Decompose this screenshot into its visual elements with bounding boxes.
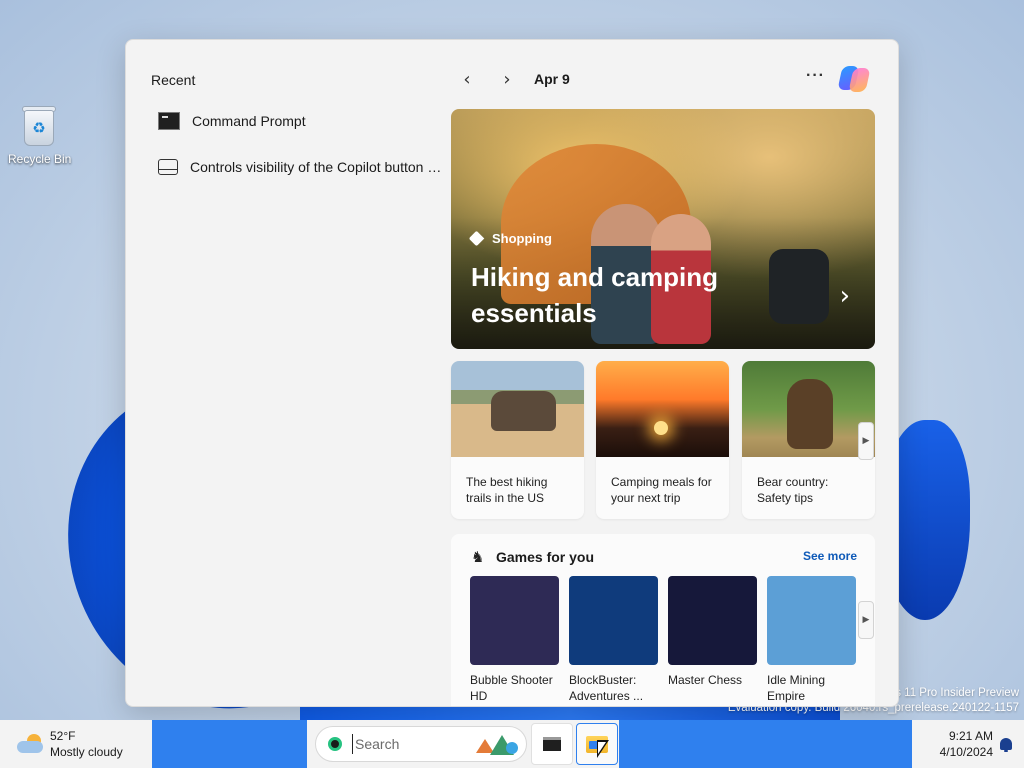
story-card[interactable]: Bear country: Safety tips xyxy=(742,361,875,519)
weather-temperature: 52°F xyxy=(50,729,76,743)
scroll-right-button[interactable]: ▶ xyxy=(858,601,874,639)
search-icon xyxy=(328,737,342,751)
story-caption: Camping meals for your next trip xyxy=(611,475,712,505)
game-item[interactable]: Idle Mining Empire xyxy=(767,576,856,704)
recycle-bin-label: Recycle Bin xyxy=(8,152,72,166)
game-name: Bubble Shooter HD xyxy=(470,673,553,703)
system-tray[interactable]: 9:21 AM 4/10/2024 xyxy=(912,720,1024,768)
command-prompt-icon xyxy=(158,112,180,130)
recent-item-label: Command Prompt xyxy=(192,113,306,129)
scroll-right-button[interactable]: ▶ xyxy=(858,422,874,460)
more-options-button[interactable]: ··· xyxy=(806,67,825,85)
mouse-cursor-icon xyxy=(597,740,609,758)
widgets-panel: Recent Command Prompt Controls visibilit… xyxy=(125,39,899,707)
games-title: Games for you xyxy=(496,549,595,565)
recent-item-command-prompt[interactable]: Command Prompt xyxy=(158,107,443,135)
game-tile xyxy=(569,576,658,665)
games-widget: ♞ Games for you See more Bubble Shooter … xyxy=(451,534,875,706)
taskbar-center xyxy=(307,720,619,768)
story-caption: Bear country: Safety tips xyxy=(757,475,829,505)
command-prompt-icon xyxy=(543,737,561,751)
taskbar: 52°F Mostly cloudy 9:21 AM 4/10/2024 xyxy=(0,720,1024,768)
game-tile xyxy=(470,576,559,665)
weather-condition: Mostly cloudy xyxy=(50,745,123,759)
hero-story-card[interactable]: Shopping Hiking and camping essentials › xyxy=(451,109,875,349)
weather-widget-button[interactable]: 52°F Mostly cloudy xyxy=(0,720,152,768)
hero-title: Hiking and camping essentials xyxy=(471,262,719,328)
feed-date: Apr 9 xyxy=(534,71,570,87)
notification-bell-icon[interactable] xyxy=(1000,738,1012,752)
recycle-bin-shortcut[interactable]: ♻ Recycle Bin xyxy=(8,104,72,166)
search-box[interactable] xyxy=(315,726,527,762)
game-name: BlockBuster: Adventures ... xyxy=(569,673,644,703)
story-card[interactable]: Camping meals for your next trip xyxy=(596,361,729,519)
game-tile xyxy=(668,576,757,665)
hero-category-label: Shopping xyxy=(492,231,552,246)
tag-icon xyxy=(468,230,485,247)
partly-cloudy-icon xyxy=(17,734,45,754)
story-image-bear xyxy=(742,361,875,457)
recent-heading: Recent xyxy=(151,72,196,88)
taskbar-command-prompt[interactable] xyxy=(531,723,573,765)
game-item[interactable]: BlockBuster: Adventures ... xyxy=(569,576,658,704)
window-icon xyxy=(158,159,178,175)
see-more-link[interactable]: See more xyxy=(803,549,857,563)
recent-item-copilot-setting[interactable]: Controls visibility of the Copilot butto… xyxy=(158,153,443,181)
hero-category: Shopping xyxy=(468,230,552,247)
recycle-bin-icon: ♻ xyxy=(20,104,58,148)
search-highlight-icon xyxy=(472,733,520,757)
story-caption: The best hiking trails in the US xyxy=(466,475,548,505)
game-item[interactable]: Master Chess xyxy=(668,576,757,688)
chevron-right-icon[interactable]: › xyxy=(840,281,850,311)
story-image-campfire xyxy=(596,361,729,457)
game-name: Master Chess xyxy=(668,673,743,687)
game-name: Idle Mining Empire xyxy=(767,673,826,703)
chevron-right-icon[interactable]: › xyxy=(496,68,518,90)
copilot-icon[interactable] xyxy=(837,64,871,94)
search-input[interactable] xyxy=(352,734,482,754)
game-tile xyxy=(767,576,856,665)
story-image-boots xyxy=(451,361,584,457)
games-icon: ♞ xyxy=(471,548,485,566)
story-card[interactable]: The best hiking trails in the US xyxy=(451,361,584,519)
chevron-left-icon[interactable]: ‹ xyxy=(456,68,478,90)
clock-date: 4/10/2024 xyxy=(939,745,993,759)
recent-item-label: Controls visibility of the Copilot butto… xyxy=(190,159,443,175)
game-item[interactable]: Bubble Shooter HD xyxy=(470,576,559,704)
clock-time: 9:21 AM xyxy=(948,729,993,743)
